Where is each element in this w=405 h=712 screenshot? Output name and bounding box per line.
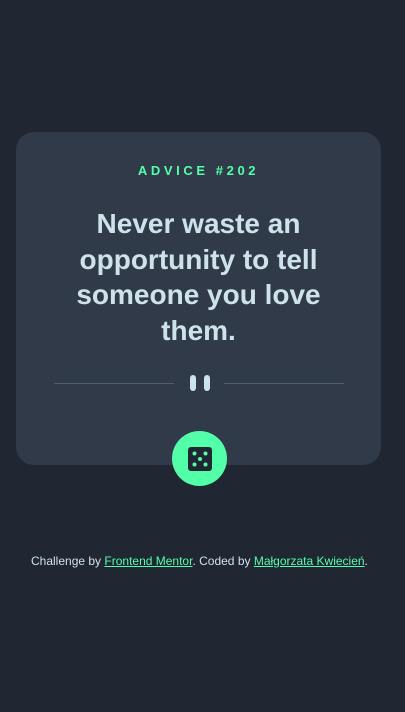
attribution-middle: . Coded by [192, 554, 254, 568]
pause-icon [190, 375, 210, 391]
dice-icon [188, 447, 212, 471]
divider-line-right [224, 383, 344, 384]
frontend-mentor-link[interactable]: Frontend Mentor [104, 554, 192, 568]
generate-advice-button[interactable] [172, 431, 227, 486]
divider [54, 375, 344, 391]
attribution-suffix: . [364, 554, 368, 568]
attribution-prefix: Challenge by [31, 554, 105, 568]
author-link[interactable]: Małgorzata Kwiecień [254, 554, 365, 568]
divider-line-left [54, 383, 174, 384]
advice-card: ADVICE #202 Never waste an opportunity t… [16, 132, 381, 465]
advice-quote: Never waste an opportunity to tell someo… [76, 208, 321, 346]
advice-number-label: ADVICE #202 [137, 163, 260, 178]
attribution: Challenge by Frontend Mentor. Coded by M… [31, 553, 371, 570]
